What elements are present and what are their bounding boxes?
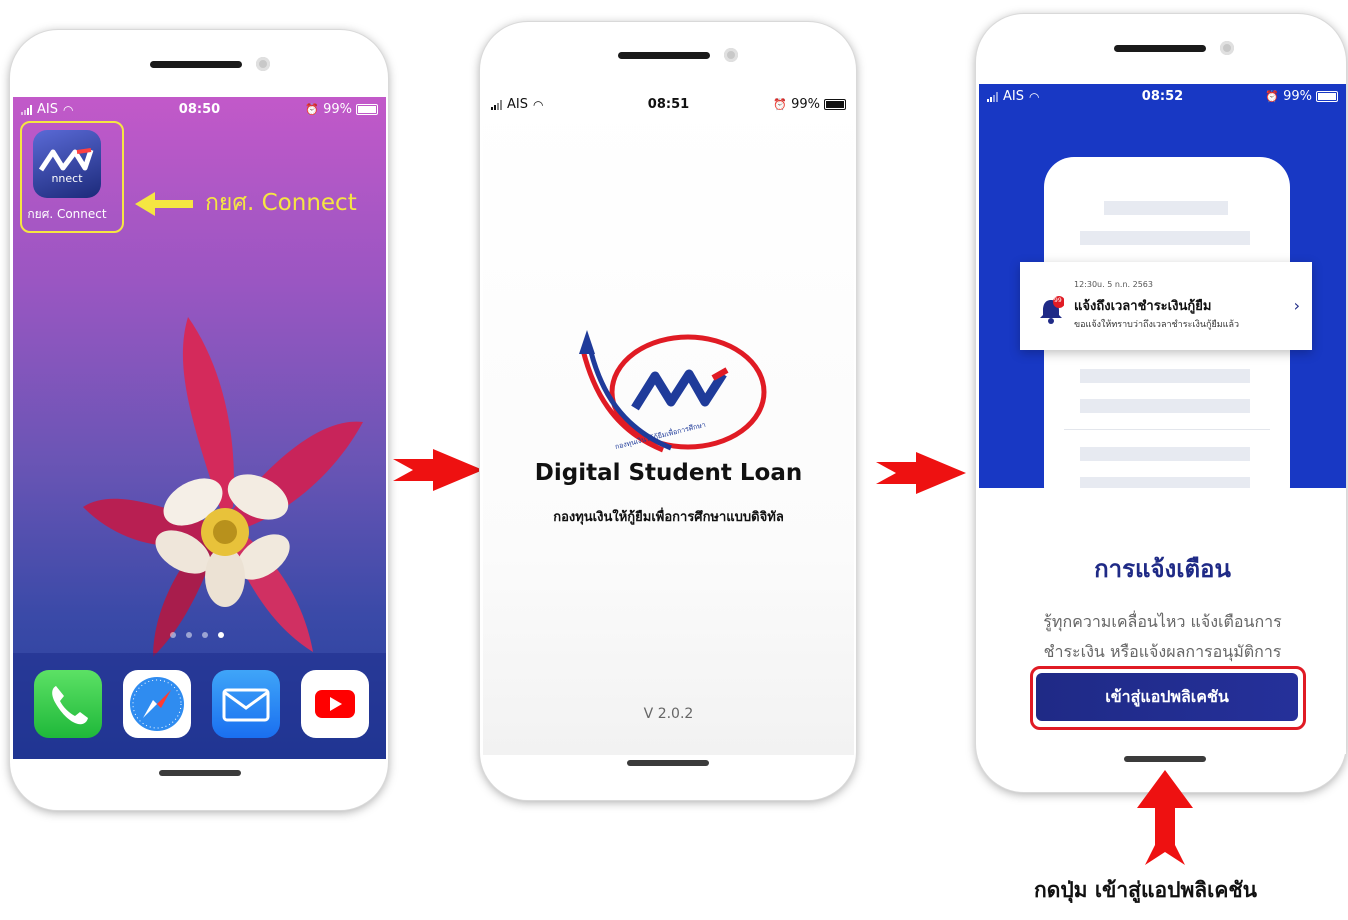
safari-icon [130,677,184,731]
status-bar: AIS ◠ 08:52 ⏰ 99% [979,84,1346,110]
phone-frame-home: AIS ◠ 08:50 ⏰ 99% nnect กยศ. Connect กยศ… [10,30,388,810]
battery-percent: 99% [791,97,820,112]
alarm-icon: ⏰ [1265,90,1280,103]
notification-body: ขอแจ้งให้ทราบว่าถึงเวลาชำระเงินกู้ยืมแล้… [1074,320,1240,330]
page-dot [170,632,176,638]
battery-icon [1316,91,1338,102]
onboarding-description-line2: ชำระเงิน หรือแจ้งผลการอนุมัติการ [1043,642,1282,661]
yellow-arrow-icon [135,192,193,216]
button-highlight-box [1030,666,1306,730]
phone-frame-onboarding: AIS ◠ 08:52 ⏰ 99% 99 12:30u. 5 n.n. 2563… [976,14,1346,792]
onboarding-heading: การแจ้งเตือน [1094,555,1231,583]
alarm-icon: ⏰ [773,98,788,111]
phone-icon [52,686,88,725]
wallpaper-flower [83,317,363,657]
app-callout-label: กยศ. Connect [205,190,357,216]
onboarding-description-line1: รู้ทุกความเคลื่อนไหว แจ้งเตือนการ [1043,612,1282,631]
kyc-fund-logo [579,330,767,453]
placeholder-divider [1064,429,1270,430]
instruction-caption: กดปุ่ม เข้าสู่แอปพลิเคชัน [1034,878,1258,902]
mail-icon [222,688,270,722]
phone-speaker [1114,45,1206,52]
home-indicator [159,770,241,776]
placeholder-line [1104,201,1228,215]
notification-time: 12:30u. 5 n.n. 2563 [1074,280,1153,289]
notification-card: 99 12:30u. 5 n.n. 2563 แจ้งถึงเวลาชำระเง… [1020,262,1312,350]
youtube-app-icon[interactable] [301,670,369,738]
placeholder-line [1080,447,1250,461]
placeholder-line [1080,231,1250,245]
phone-app-icon[interactable] [34,670,102,738]
notification-badge: 99 [1054,297,1062,304]
page-dot [186,632,192,638]
phone-camera [1220,41,1234,55]
flow-arrow-up-icon [1137,770,1193,865]
battery-percent: 99% [1283,89,1312,104]
page-indicator [170,632,224,638]
battery-percent: 99% [323,102,352,117]
dock [13,653,386,759]
alarm-icon: ⏰ [305,103,320,116]
splash-screen: AIS ◠ 08:51 ⏰ 99% กองทุนเงินให้กู้ยืมเพื… [483,92,854,755]
splash-title: Digital Student Loan [534,460,803,486]
safari-app-icon[interactable] [123,670,191,738]
version-label: V 2.0.2 [643,706,694,722]
home-indicator [1124,756,1206,762]
phone-frame-splash: AIS ◠ 08:51 ⏰ 99% กองทุนเงินให้กู้ยืมเพื… [480,22,856,800]
flow-arrow-right-icon [876,452,966,494]
placeholder-line [1080,369,1250,383]
hero-bottom-cover [979,488,1346,528]
phone-speaker [618,52,710,59]
youtube-icon [315,690,355,718]
phone-camera [256,57,270,71]
chevron-right-icon: › [1293,296,1300,315]
onboarding-screen: AIS ◠ 08:52 ⏰ 99% 99 12:30u. 5 n.n. 2563… [979,84,1346,754]
status-bar: AIS ◠ 08:50 ⏰ 99% [13,97,386,123]
page-dot [202,632,208,638]
app-highlight-box [20,121,124,233]
status-bar: AIS ◠ 08:51 ⏰ 99% [483,92,854,118]
notification-title: แจ้งถึงเวลาชำระเงินกู้ยืม [1074,299,1212,314]
page-dot-active [218,632,224,638]
placeholder-line [1080,399,1250,413]
battery-icon [824,99,846,110]
flow-arrow-right-icon [393,449,483,491]
splash-subtitle: กองทุนเงินให้กู้ยืมเพื่อการศึกษาแบบดิจิท… [553,510,784,525]
phone-camera [724,48,738,62]
home-indicator [627,760,709,766]
mail-app-icon[interactable] [212,670,280,738]
home-screen: AIS ◠ 08:50 ⏰ 99% nnect กยศ. Connect กยศ… [13,97,386,759]
phone-speaker [150,61,242,68]
battery-icon [356,104,378,115]
